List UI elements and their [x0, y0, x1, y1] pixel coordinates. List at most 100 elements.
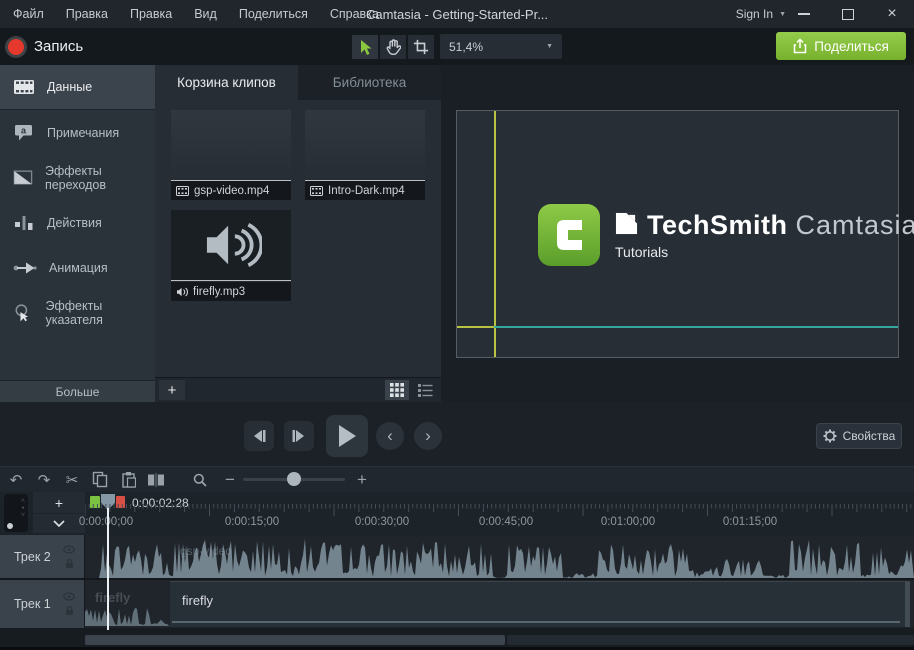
track-visibility-icon[interactable]	[63, 593, 75, 601]
track1-ghost-clip[interactable]: firefly	[85, 580, 170, 628]
redo-button[interactable]: ↷	[32, 467, 56, 492]
track-lock-icon[interactable]	[65, 558, 74, 568]
share-icon	[793, 38, 807, 54]
sidebar-item-annotations[interactable]: a Примечания	[0, 110, 155, 155]
track2-lane[interactable]: gsp-video	[85, 535, 914, 578]
ruler-label: 0:00:45;00	[479, 516, 533, 528]
collapse-tracks-button[interactable]	[33, 514, 85, 533]
properties-button[interactable]: Свойства	[816, 423, 902, 449]
undo-button[interactable]: ↶	[4, 467, 28, 492]
menu-share[interactable]: Поделиться	[228, 0, 319, 28]
track-lock-icon[interactable]	[65, 606, 74, 616]
sidebar-item-cursor-effects[interactable]: Эффекты указателя	[0, 290, 155, 335]
canvas-guide-vertical	[494, 111, 496, 357]
record-icon	[8, 39, 24, 55]
clip-thumbnail-firefly[interactable]	[171, 210, 291, 281]
animation-icon	[13, 260, 37, 276]
ruler-label: 0:01:15;00	[723, 516, 777, 528]
clip-label-intro-dark[interactable]: Intro-Dark.mp4	[305, 181, 425, 200]
timeline-zoom-slider-handle[interactable]	[287, 472, 301, 486]
properties-label: Свойства	[843, 429, 896, 443]
menu-file[interactable]: Файл	[2, 0, 55, 28]
add-track-button[interactable]: +	[33, 492, 85, 513]
step-back-button[interactable]	[244, 421, 274, 451]
maximize-icon	[842, 9, 854, 20]
track1-clip-edge-handle[interactable]	[905, 582, 910, 627]
clip-label-gsp-video[interactable]: gsp-video.mp4	[171, 181, 291, 200]
track1-clip-waveform	[172, 621, 900, 623]
magnifier-icon	[193, 473, 207, 487]
timeline-scrollbar-thumb[interactable]	[85, 635, 505, 645]
sidebar-item-media[interactable]: Данные	[0, 65, 155, 110]
techsmith-logo-icon	[615, 212, 638, 235]
record-button[interactable]: Запись	[8, 28, 83, 65]
clip-name: firefly.mp3	[193, 286, 245, 298]
title-bar: Файл Правка Правка Вид Поделиться Справк…	[0, 0, 914, 28]
play-icon	[337, 424, 357, 448]
clip-thumbnail-gsp-video[interactable]	[171, 110, 291, 181]
copy-button[interactable]	[88, 467, 112, 492]
sidebar-item-label: Примечания	[47, 126, 119, 140]
timeline-ruler[interactable]: ˄ ● ˅ + 0:00:02:28 0:00:00;00 0:00:15;00…	[0, 492, 914, 535]
canvas-guide-horizontal-left	[457, 326, 494, 328]
chevron-up-icon: ˄	[21, 498, 25, 505]
zoom-in-button[interactable]: +	[350, 467, 374, 492]
maximize-button[interactable]	[826, 0, 870, 28]
close-button[interactable]: ×	[870, 0, 914, 28]
track1-lane[interactable]: firefly firefly	[85, 580, 914, 628]
add-media-button[interactable]: +	[159, 380, 185, 400]
ruler-ticks	[85, 504, 914, 516]
crop-tool-button[interactable]	[408, 35, 434, 59]
step-forward-button[interactable]	[284, 421, 314, 451]
sign-in-button[interactable]: Sign In ▼	[736, 0, 786, 28]
preview-panel: TechSmithCamtasia™ Tutorials	[441, 65, 914, 402]
list-view-button[interactable]	[413, 380, 437, 400]
menu-edit[interactable]: Правка	[55, 0, 119, 28]
select-tool-button[interactable]	[352, 35, 378, 59]
minimize-button[interactable]	[782, 0, 826, 28]
track-height-arrows: ˄ ● ˅	[21, 498, 25, 519]
step-forward-icon	[291, 429, 307, 443]
share-button[interactable]: Поделиться	[776, 32, 906, 60]
hand-icon	[386, 39, 401, 55]
track2-name: Трек 2	[14, 550, 51, 564]
jump-next-button[interactable]: ›	[414, 422, 442, 450]
paste-button[interactable]	[116, 467, 140, 492]
sidebar-item-animations[interactable]: Анимация	[0, 245, 155, 290]
play-button[interactable]	[326, 415, 368, 457]
track-height-handle[interactable]	[7, 523, 13, 529]
sidebar-more-button[interactable]: Больше	[0, 380, 155, 402]
menu-bar: Файл Правка Правка Вид Поделиться Справк…	[0, 0, 390, 28]
jump-previous-button[interactable]: ‹	[376, 422, 404, 450]
filmstrip-icon	[13, 78, 35, 96]
tab-clip-bin[interactable]: Корзина клипов	[155, 65, 298, 100]
menu-view[interactable]: Вид	[183, 0, 228, 28]
pan-tool-button[interactable]	[380, 35, 406, 59]
chevron-right-icon: ›	[425, 426, 431, 446]
track-visibility-icon[interactable]	[63, 545, 75, 553]
sidebar-item-label: Анимация	[49, 261, 108, 275]
timeline-toolbar: ↶ ↷ ✂	[0, 466, 914, 492]
minus-icon: −	[225, 470, 235, 490]
share-label: Поделиться	[814, 39, 889, 54]
menu-modify[interactable]: Правка	[119, 0, 183, 28]
preview-canvas[interactable]: TechSmithCamtasia™ Tutorials	[456, 110, 899, 358]
sidebar-item-behaviors[interactable]: Действия	[0, 200, 155, 245]
timeline-zoom-button[interactable]	[188, 467, 212, 492]
timeline-scrollbar	[0, 628, 914, 650]
track-height-slider[interactable]: ˄ ● ˅	[4, 494, 28, 532]
zoom-out-button[interactable]: −	[218, 467, 242, 492]
grid-view-button[interactable]	[385, 380, 409, 400]
sidebar-item-transitions[interactable]: Эффекты переходов	[0, 155, 155, 200]
cut-button[interactable]: ✂	[60, 467, 84, 492]
clip-thumbnail-intro-dark[interactable]	[305, 110, 425, 181]
split-button[interactable]	[144, 467, 168, 492]
playhead-line[interactable]	[107, 508, 109, 630]
tab-library[interactable]: Библиотека	[298, 65, 441, 100]
zoom-level-dropdown[interactable]: 51,4% ▼	[440, 34, 562, 59]
track1-clip-firefly[interactable]: firefly	[170, 581, 910, 627]
clip-label-firefly[interactable]: firefly.mp3	[171, 282, 291, 301]
timeline-scrollbar-track[interactable]	[507, 635, 914, 645]
cursor-effects-icon	[13, 303, 33, 323]
window-controls: ×	[782, 0, 914, 28]
